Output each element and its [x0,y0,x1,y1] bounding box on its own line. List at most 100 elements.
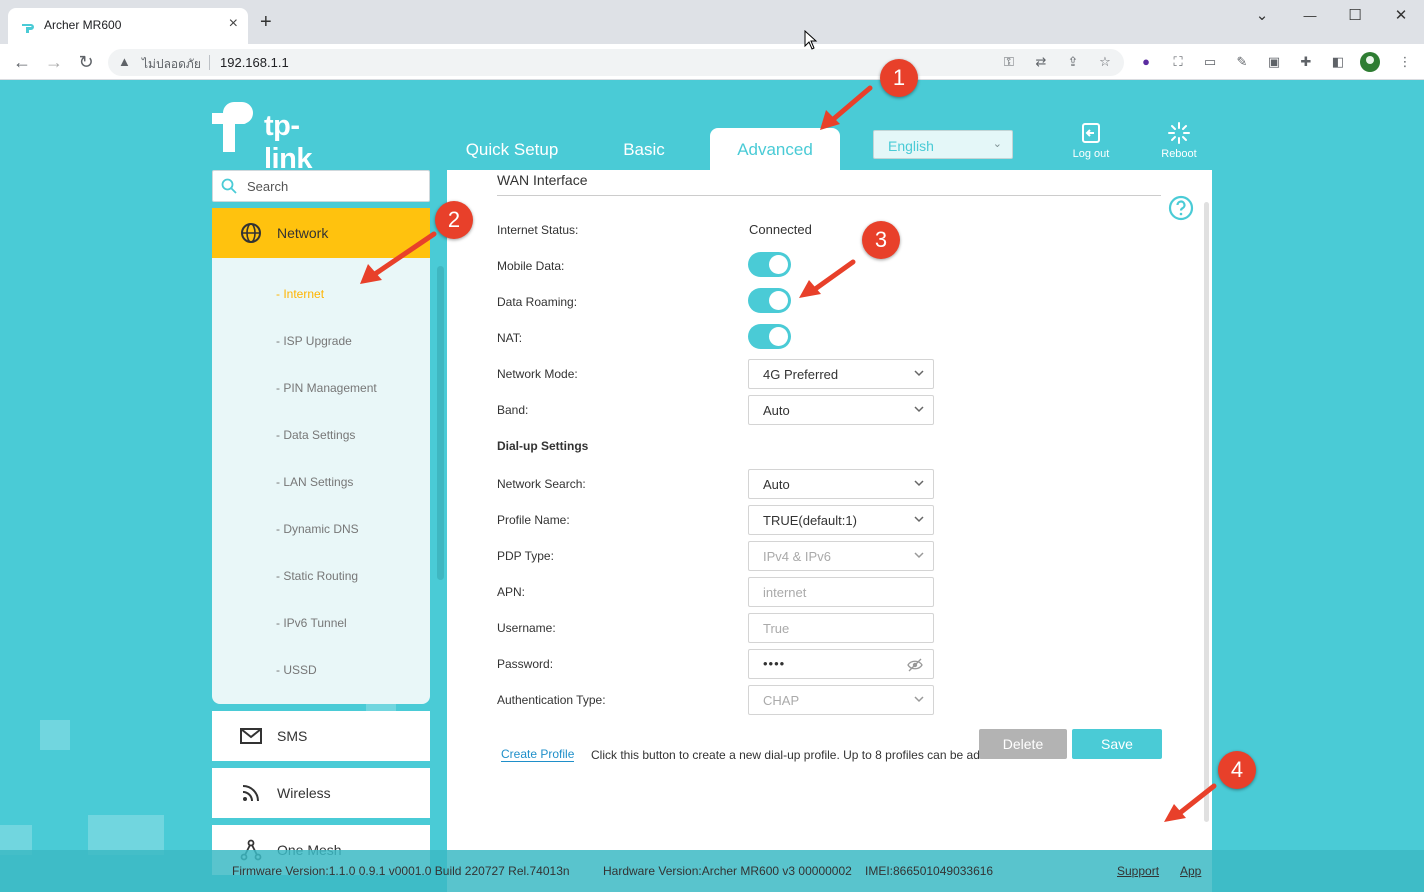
reboot-label: Reboot [1161,148,1197,160]
chevron-down-icon [914,406,924,413]
password-value: •••• [763,656,786,671]
chevron-down-icon [914,696,924,703]
nat-toggle[interactable] [748,324,791,349]
band-select[interactable]: Auto [748,395,934,425]
new-tab-button[interactable]: + [260,12,272,32]
warning-icon[interactable]: ▲ [118,54,131,69]
sidebar-subitem-dynamic-dns[interactable]: - Dynamic DNS [276,522,359,536]
save-button[interactable]: Save [1072,729,1162,759]
password-label: Password: [497,657,554,671]
logout-label: Log out [1072,148,1110,160]
envelope-icon [240,728,262,744]
username-label: Username: [497,621,556,635]
network-search-value: Auto [763,477,790,492]
callout-badge-2: 2 [435,201,473,239]
tab-basic[interactable]: Basic [605,128,683,172]
internet-status-label: Internet Status: [497,223,579,237]
data-roaming-toggle[interactable] [748,288,791,313]
capture-extension-icon[interactable]: ▣ [1265,53,1283,71]
imei-value: IMEI:866501049033616 [865,864,994,878]
minimize-icon[interactable]: ⌄ [1252,6,1272,26]
maximize-icon[interactable]: ☐ [1345,6,1365,26]
translate-icon[interactable]: ⇄ [1032,53,1050,71]
reboot-button[interactable]: Reboot [1149,122,1209,160]
back-icon[interactable]: ← [12,52,32,72]
search-input[interactable]: Search [212,170,430,202]
close-window-icon[interactable]: ✕ [1391,6,1411,26]
puzzle-extensions-icon[interactable]: ✚ [1297,53,1315,71]
screenshot-extension-icon[interactable]: ⛶ [1169,53,1187,71]
apn-field[interactable]: internet [748,577,934,607]
auth-type-select[interactable]: CHAP [748,685,934,715]
tab-close-icon[interactable]: × [229,15,238,33]
tplink-logo-icon [212,102,253,152]
help-icon[interactable] [1168,195,1194,221]
create-profile-link[interactable]: Create Profile [501,747,575,762]
password-field[interactable]: •••• [748,649,934,679]
share-icon[interactable]: ⇪ [1064,53,1082,71]
apn-label: APN: [497,585,526,599]
side-panel-icon[interactable]: ◧ [1329,53,1347,71]
firmware-version: Firmware Version:1.1.0 0.9.1 v0001.0 Bui… [232,864,570,878]
sidebar-subitem-ipv6-tunnel[interactable]: - IPv6 Tunnel [276,616,347,630]
hardware-version: Hardware Version:Archer MR600 v3 0000000… [603,864,852,878]
sidebar-subitem-data-settings[interactable]: - Data Settings [276,428,355,442]
data-roaming-label: Data Roaming: [497,295,578,309]
bookmark-star-icon[interactable]: ☆ [1096,53,1114,71]
mobile-data-toggle[interactable] [748,252,791,277]
download-extension-icon[interactable]: ● [1137,53,1155,71]
url-omnibox[interactable]: ▲ ไม่ปลอดภัย 192.168.1.1 ⚿ ⇄ ⇪ ☆ [108,49,1124,76]
sidebar-subitem-lan-settings[interactable]: - LAN Settings [276,475,353,489]
title-divider [497,195,1161,196]
not-secure-label[interactable]: ไม่ปลอดภัย [142,55,201,74]
sidebar-scrollbar[interactable] [437,266,444,580]
chevron-down-icon: ⌄ [992,138,1002,150]
sidebar-subitem-ussd[interactable]: - USSD [276,663,317,677]
reload-icon[interactable]: ↻ [76,52,96,72]
username-field[interactable]: True [748,613,934,643]
edit-extension-icon[interactable]: ✎ [1233,53,1251,71]
router-admin-page: tp-link Quick Setup Basic Advanced Engli… [0,80,1424,892]
sidebar-item-wireless[interactable]: Wireless [212,768,430,818]
globe-icon [241,223,261,243]
url-text[interactable]: 192.168.1.1 [220,55,289,70]
panel-scrollbar[interactable] [1204,202,1209,822]
tab-advanced[interactable]: Advanced [710,128,840,172]
sidebar-item-sms[interactable]: SMS [212,711,430,761]
delete-button[interactable]: Delete [979,729,1067,759]
app-link[interactable]: App [1180,864,1201,878]
network-mode-select[interactable]: 4G Preferred [748,359,934,389]
tab-title: Archer MR600 [44,18,122,32]
network-search-select[interactable]: Auto [748,469,934,499]
profile-name-select[interactable]: TRUE(default:1) [748,505,934,535]
logout-button[interactable]: Log out [1061,122,1121,160]
pdp-type-select[interactable]: IPv4 & IPv6 [748,541,934,571]
nat-label: NAT: [497,331,523,345]
minimize-window-icon[interactable]: — [1300,6,1320,26]
language-select[interactable]: English ⌄ [873,130,1013,159]
forward-icon[interactable]: → [44,52,64,72]
mouse-cursor-icon [804,30,818,50]
mobile-data-label: Mobile Data: [497,259,565,273]
tplink-favicon-icon [22,24,34,33]
create-profile-description: Click this button to create a new dial-u… [591,748,1004,762]
sidebar-subitem-internet[interactable]: - Internet [276,287,324,301]
apn-value: internet [763,585,807,600]
sidebar-subitem-pin-management[interactable]: - PIN Management [276,381,377,395]
cast-extension-icon[interactable]: ▭ [1201,53,1219,71]
sidebar-subitem-static-routing[interactable]: - Static Routing [276,569,358,583]
decor-square [88,815,164,855]
callout-badge-3: 3 [862,221,900,259]
eye-hidden-icon[interactable] [907,658,923,672]
browser-tab[interactable]: Archer MR600 × [8,8,248,44]
pdp-type-value: IPv4 & IPv6 [763,549,831,564]
sidebar-subitem-isp-upgrade[interactable]: - ISP Upgrade [276,334,352,348]
key-icon[interactable]: ⚿ [1000,53,1018,71]
callout-arrow-3-icon [799,259,856,298]
tab-quick-setup[interactable]: Quick Setup [458,128,566,172]
support-link[interactable]: Support [1117,864,1159,878]
callout-arrow-1-icon [820,85,873,130]
browser-tab-bar: Archer MR600 × + ⌄ — ☐ ✕ [0,0,1424,44]
more-menu-icon[interactable]: ⋮ [1396,53,1414,71]
profile-avatar[interactable] [1360,52,1380,72]
